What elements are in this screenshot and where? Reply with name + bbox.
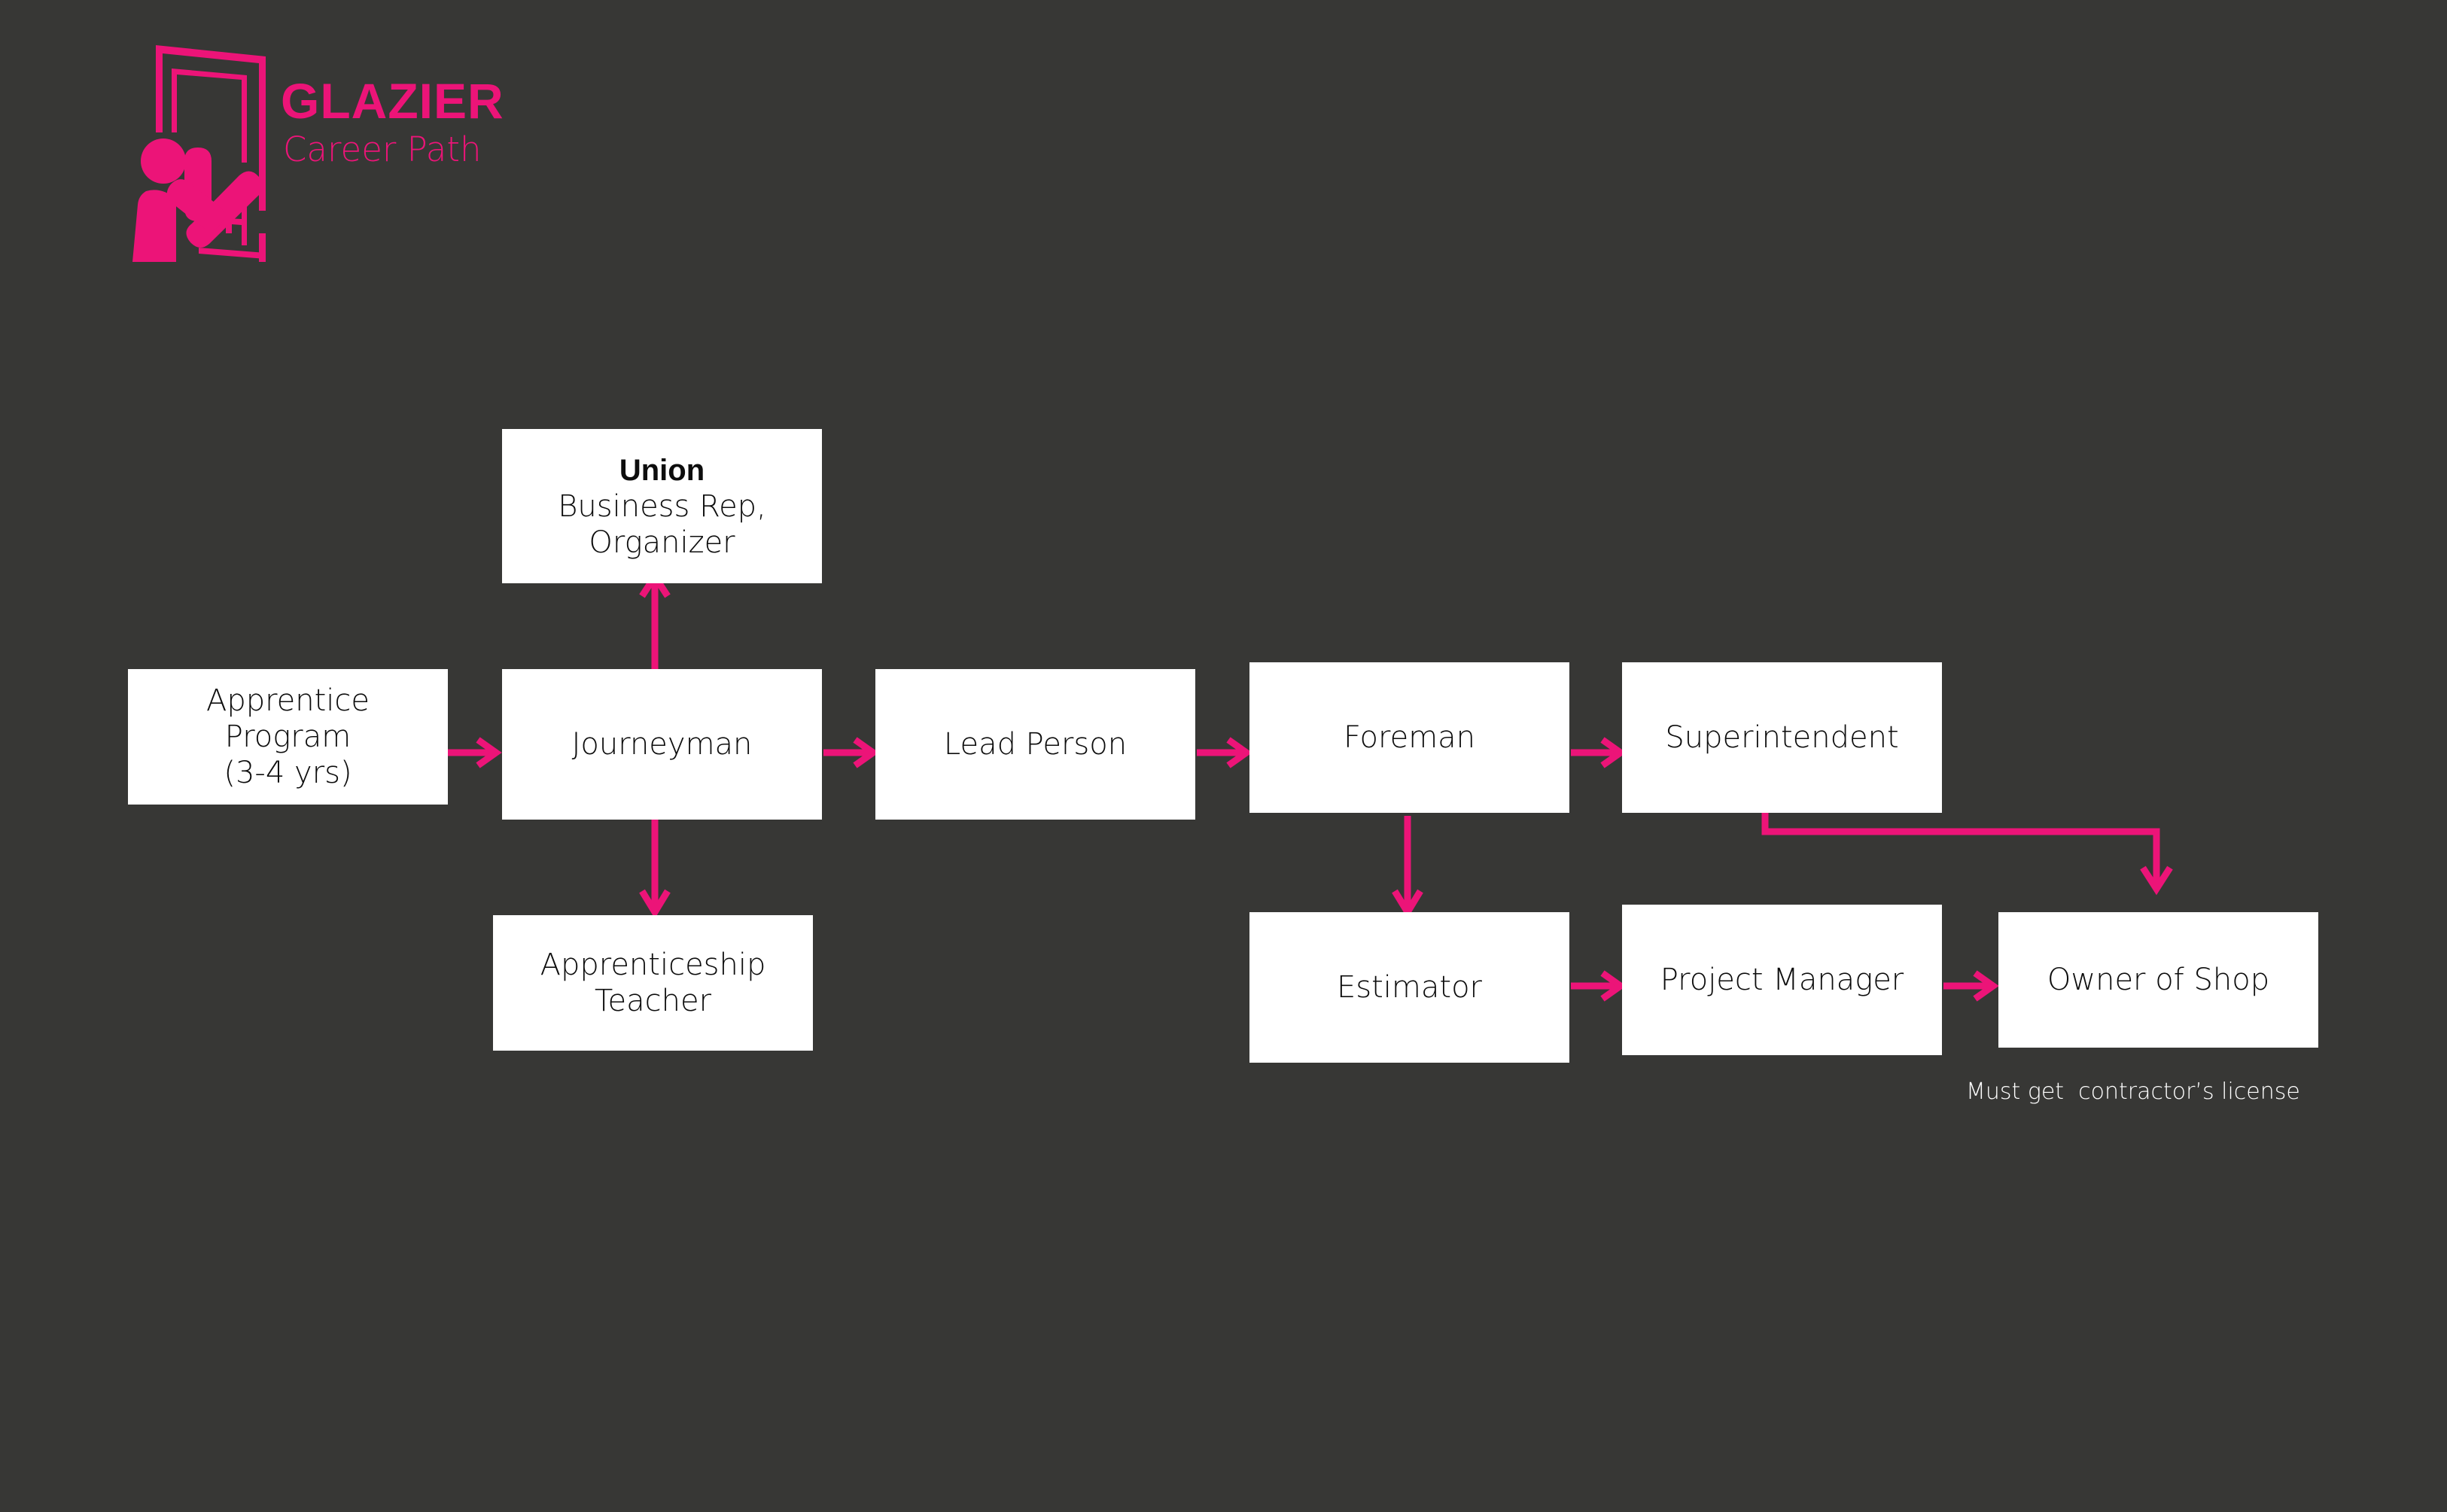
logo-text: GLAZIER Career Path [281,76,642,169]
logo-block: GLAZIER Career Path [126,36,653,262]
node-owner-of-shop-label: Owner of Shop [2047,963,2270,997]
connector-project-manager-to-owner [1942,967,2002,1005]
connector-lead-person-to-foreman [1195,734,1255,771]
node-union-label: Business Rep, Organizer [558,488,766,560]
connector-apprentice-to-journeyman [445,734,505,771]
node-lead-person[interactable]: Lead Person [875,669,1195,820]
node-lead-person-label: Lead Person [943,727,1128,762]
node-journeyman[interactable]: Journeyman [502,669,822,820]
node-superintendent-label: Superintendent [1665,720,1899,755]
connector-journeyman-to-lead-person [822,734,882,771]
node-foreman[interactable]: Foreman [1249,662,1569,813]
node-apprentice-program[interactable]: Apprentice Program (3-4 yrs) [128,669,448,805]
glazier-installing-window-icon [126,36,277,262]
contractor-license-note: Must get contractor’s license [1966,1078,2300,1105]
page-title: GLAZIER [281,73,504,129]
node-owner-of-shop[interactable]: Owner of Shop [1998,912,2318,1048]
node-apprenticeship-teacher[interactable]: Apprenticeship Teacher [493,915,813,1051]
node-union-title: Union [619,453,705,487]
connector-superintendent-to-owner [1761,809,2173,907]
node-apprentice-program-label: Apprentice Program (3-4 yrs) [205,683,370,790]
node-union[interactable]: Union Business Rep, Organizer [502,429,822,583]
node-foreman-label: Foreman [1343,720,1476,755]
node-apprenticeship-teacher-label: Apprenticeship Teacher [540,948,766,1018]
node-estimator[interactable]: Estimator [1249,912,1569,1063]
node-project-manager-label: Project Manager [1660,963,1904,997]
node-estimator-label: Estimator [1337,970,1482,1005]
page-subtitle: Career Path [283,129,482,169]
connector-foreman-to-superintendent [1569,734,1630,771]
connector-foreman-to-estimator [1389,814,1426,919]
connector-journeyman-to-teacher [636,814,674,919]
connector-estimator-to-project-manager [1569,967,1630,1005]
node-project-manager[interactable]: Project Manager [1622,905,1942,1055]
node-journeyman-label: Journeyman [571,727,753,762]
node-superintendent[interactable]: Superintendent [1622,662,1942,813]
career-path-diagram-canvas: GLAZIER Career Path Union Business Rep, … [0,0,2447,1512]
connector-journeyman-to-union [636,570,674,671]
